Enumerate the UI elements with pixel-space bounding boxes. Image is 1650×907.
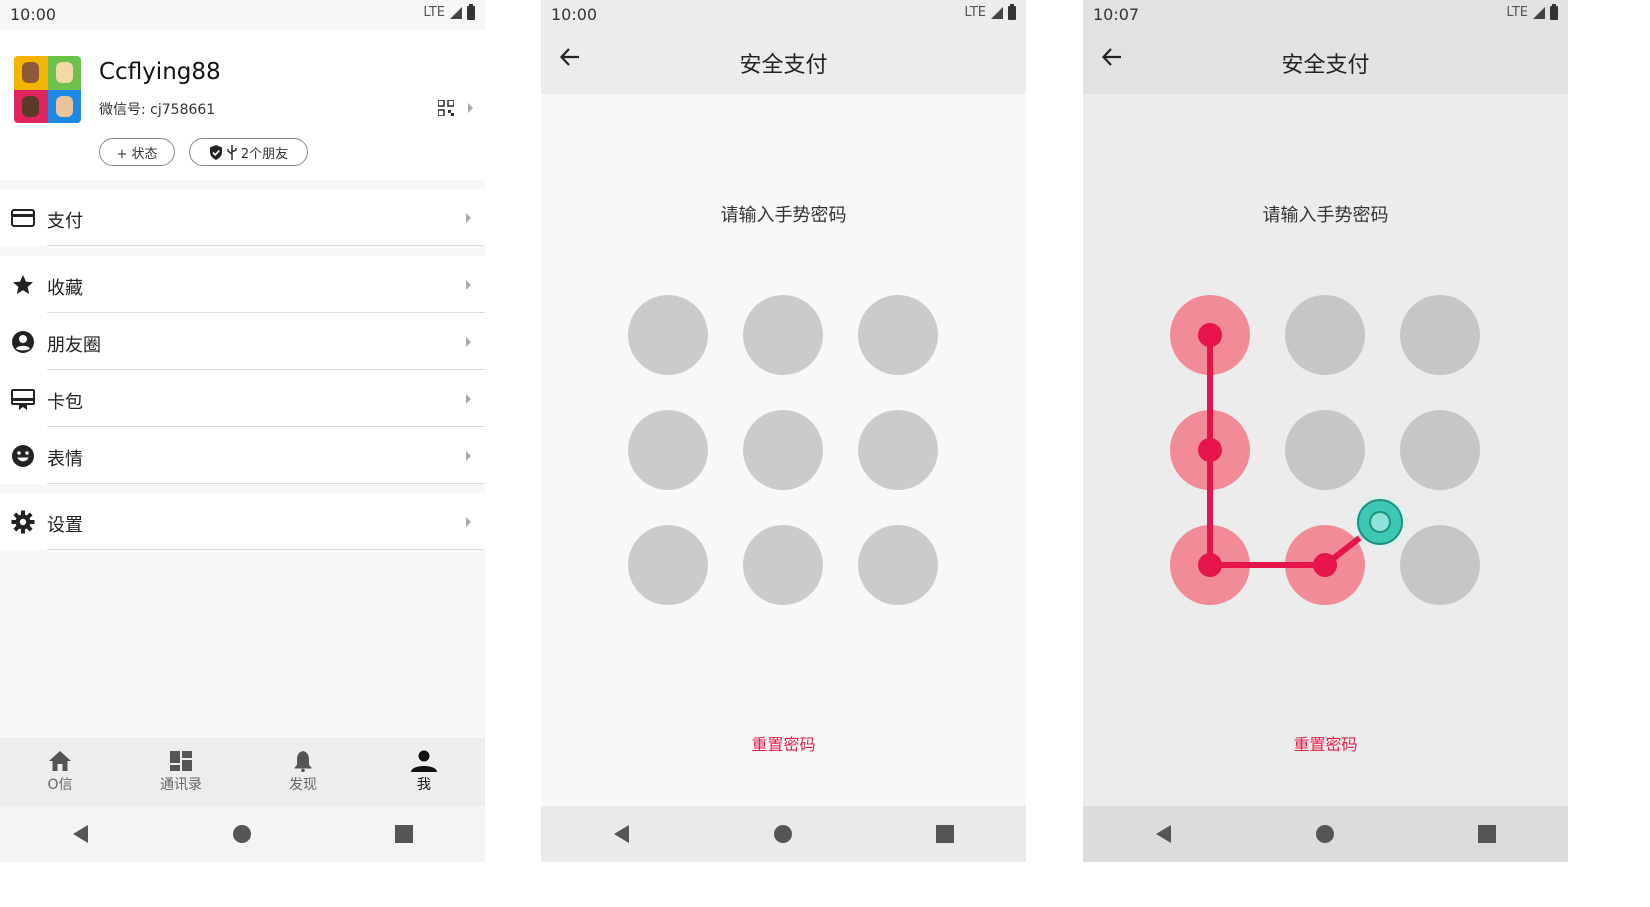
friends-button[interactable]: 2个朋友 (189, 138, 308, 166)
gesture-dot[interactable] (858, 525, 938, 605)
card-holder-icon (11, 389, 35, 410)
gesture-dot[interactable] (858, 295, 938, 375)
tab-label: O信 (47, 777, 73, 793)
recents-nav-icon[interactable] (1477, 824, 1497, 844)
card-icon (11, 209, 35, 227)
status-time: 10:00 (10, 5, 57, 24)
tab-label: 发现 (289, 777, 317, 793)
gesture-dot[interactable] (743, 295, 823, 375)
gesture-dot-center (1198, 323, 1222, 347)
menu-label: 卡包 (47, 392, 83, 413)
avatar[interactable] (14, 56, 81, 123)
usb-icon (227, 144, 237, 160)
chevron-right-icon (466, 517, 471, 527)
menu-label: 朋友圈 (47, 335, 101, 356)
chevron-right-icon (466, 337, 471, 347)
home-nav-icon[interactable] (1315, 824, 1335, 844)
menu-item-pay[interactable]: 支付 (0, 189, 485, 246)
home-nav-icon[interactable] (232, 824, 252, 844)
tab-label: 通讯录 (160, 777, 202, 793)
status-button[interactable]: + 状态 (99, 138, 175, 166)
gesture-dot[interactable] (858, 410, 938, 490)
gesture-dot-center (1313, 553, 1337, 577)
profile-card[interactable]: Ccflying88 微信号: cj758661 + 状态 2个朋友 (0, 30, 485, 180)
back-nav-icon[interactable] (71, 824, 91, 844)
gesture-dot-center (1198, 553, 1222, 577)
system-nav-bar (0, 806, 485, 862)
person-icon (411, 750, 437, 772)
gesture-dot-center (1198, 438, 1222, 462)
gesture-dot[interactable] (743, 525, 823, 605)
touch-pointer-icon (1354, 496, 1406, 548)
menu-label: 设置 (47, 515, 83, 536)
menu-item-settings[interactable]: 设置 (0, 493, 485, 550)
tab-discover[interactable]: 发现 (263, 748, 343, 804)
gesture-dot[interactable] (1285, 410, 1365, 490)
chevron-right-icon (466, 280, 471, 290)
gesture-dot[interactable] (1400, 295, 1480, 375)
home-icon (49, 751, 71, 771)
chevron-right-icon (468, 103, 473, 113)
system-nav-bar (1083, 806, 1568, 862)
chevron-right-icon (466, 213, 471, 223)
gesture-dot[interactable] (1400, 410, 1480, 490)
gesture-dot[interactable] (628, 525, 708, 605)
gesture-dot[interactable] (628, 410, 708, 490)
gesture-dot[interactable] (628, 295, 708, 375)
gesture-dot[interactable] (1285, 295, 1365, 375)
menu-item-cards[interactable]: 卡包 (0, 370, 485, 427)
friends-button-label: 2个朋友 (240, 146, 289, 162)
signal-icon (450, 6, 462, 19)
secure-pay-screen-drawing: 10:07 LTE 安全支付 请输入手势密码 重置密码 (1083, 0, 1568, 862)
tab-home[interactable]: O信 (20, 748, 100, 804)
shield-check-icon (209, 144, 222, 160)
recents-nav-icon[interactable] (394, 824, 414, 844)
chevron-right-icon (466, 451, 471, 461)
divider (47, 245, 485, 246)
bottom-tab-bar: O信 通讯录 发现 我 (0, 738, 485, 806)
bell-icon (294, 751, 312, 772)
divider (47, 549, 485, 550)
status-button-label: + 状态 (116, 146, 158, 162)
reset-password-link[interactable]: 重置密码 (1083, 731, 1568, 755)
system-nav-bar (541, 806, 1026, 862)
tab-label: 我 (417, 777, 431, 793)
gesture-dot[interactable] (1400, 525, 1480, 605)
smiley-icon (12, 445, 34, 467)
tab-me[interactable]: 我 (384, 748, 464, 804)
gesture-dot[interactable] (743, 410, 823, 490)
back-nav-icon[interactable] (1154, 824, 1174, 844)
reset-password-link[interactable]: 重置密码 (541, 731, 1026, 755)
profile-name: Ccflying88 (99, 59, 221, 85)
dashboard-icon (170, 751, 192, 771)
me-screen: 10:00 LTE Ccflying88 微信号: cj758661 + 状态 … (0, 0, 485, 862)
tab-contacts[interactable]: 通讯录 (141, 748, 221, 804)
battery-icon (467, 3, 475, 20)
gear-icon (11, 510, 35, 534)
menu-item-moments[interactable]: 朋友圈 (0, 313, 485, 370)
menu-label: 支付 (47, 211, 83, 232)
menu-label: 表情 (47, 449, 83, 470)
menu-item-stickers[interactable]: 表情 (0, 427, 485, 484)
chevron-right-icon (466, 394, 471, 404)
star-icon (13, 275, 33, 294)
recents-nav-icon[interactable] (935, 824, 955, 844)
account-circle-icon (12, 331, 34, 353)
home-nav-icon[interactable] (773, 824, 793, 844)
secure-pay-screen-empty: 10:00 LTE 安全支付 请输入手势密码 重置密码 (541, 0, 1026, 862)
menu-label: 收藏 (47, 278, 83, 299)
qr-code-icon[interactable] (438, 100, 454, 116)
wechat-id: 微信号: cj758661 (99, 102, 216, 118)
divider (47, 483, 485, 484)
menu-item-favorites[interactable]: 收藏 (0, 256, 485, 313)
network-label: LTE (423, 5, 445, 20)
status-bar: 10:00 LTE (0, 0, 485, 30)
back-nav-icon[interactable] (612, 824, 632, 844)
